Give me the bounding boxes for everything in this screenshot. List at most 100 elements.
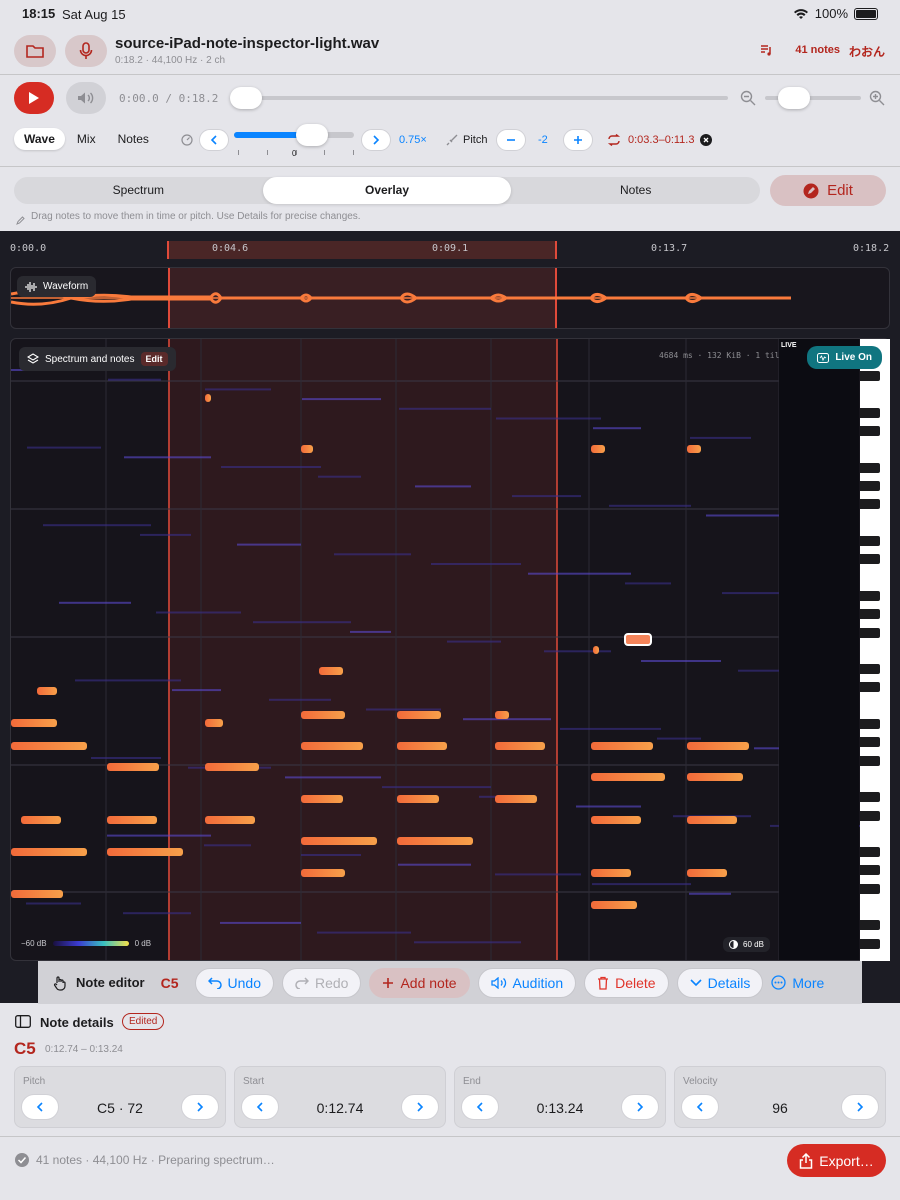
note-bar[interactable] (687, 742, 749, 750)
add-note-button[interactable]: Add note (369, 967, 470, 998)
note-bar[interactable] (319, 667, 343, 675)
notes-count[interactable]: 41 notes (795, 44, 840, 56)
piano-black-key[interactable] (860, 737, 880, 748)
note-bar[interactable] (495, 742, 545, 750)
pitch-increase-button[interactable] (563, 129, 593, 151)
spectrum-graphic[interactable] (11, 339, 890, 961)
note-bar[interactable] (593, 646, 599, 654)
note-bar[interactable] (107, 848, 183, 856)
note-bar[interactable] (687, 869, 727, 877)
piano-black-key[interactable] (860, 536, 880, 546)
piano-black-key[interactable] (860, 499, 880, 510)
note-bar[interactable] (11, 742, 87, 750)
piano-black-key[interactable] (860, 755, 880, 766)
note-bar[interactable] (205, 763, 259, 771)
note-bar[interactable] (107, 763, 159, 771)
piano-black-key[interactable] (860, 883, 880, 894)
note-bar[interactable] (397, 795, 439, 803)
piano-keyboard[interactable] (860, 339, 890, 961)
note-bar[interactable] (495, 711, 509, 719)
mode-wave[interactable]: Wave (14, 128, 65, 150)
piano-black-key[interactable] (860, 590, 880, 601)
note-bar[interactable] (301, 795, 343, 803)
piano-black-key[interactable] (860, 371, 880, 382)
open-file-button[interactable] (14, 35, 56, 67)
edit-button[interactable]: Edit (770, 175, 886, 206)
note-bar[interactable] (397, 711, 441, 719)
piano-black-key[interactable] (860, 627, 880, 638)
note-bar[interactable] (624, 633, 652, 646)
note-bar[interactable] (687, 445, 701, 453)
piano-black-key[interactable] (860, 792, 880, 803)
piano-black-key[interactable] (860, 664, 880, 675)
note-bar[interactable] (11, 719, 57, 727)
more-button[interactable]: More (771, 975, 824, 991)
note-bar[interactable] (591, 742, 653, 750)
spectrum-panel[interactable]: Spectrum and notes Edit 4684 ms · 132 Ki… (10, 338, 890, 961)
piano-black-key[interactable] (860, 609, 880, 620)
note-bar[interactable] (687, 816, 737, 824)
note-bar[interactable] (591, 445, 605, 453)
piano-black-key[interactable] (860, 481, 880, 492)
volume-button[interactable] (66, 82, 106, 114)
loop-icon[interactable] (607, 133, 621, 151)
speed-increase-button[interactable] (361, 129, 391, 151)
play-button[interactable] (14, 82, 54, 114)
gain-chip[interactable]: 60 dB (723, 937, 770, 952)
note-bar[interactable] (591, 773, 665, 781)
piano-black-key[interactable] (860, 920, 880, 931)
zoom-out-icon[interactable] (740, 90, 756, 111)
mode-notes[interactable]: Notes (108, 128, 159, 150)
piano-black-key[interactable] (860, 462, 880, 473)
note-bar[interactable] (687, 773, 743, 781)
tab-spectrum[interactable]: Spectrum (14, 177, 263, 204)
pitch-decrease-button[interactable] (496, 129, 526, 151)
pitch-field-increase[interactable] (181, 1094, 219, 1120)
note-bar[interactable] (37, 687, 57, 695)
header-extra-label[interactable]: わおん (849, 43, 885, 60)
note-bar[interactable] (591, 816, 641, 824)
piano-black-key[interactable] (860, 682, 880, 693)
note-bar[interactable] (205, 816, 255, 824)
spectrum-edit-button[interactable]: Edit (140, 352, 168, 366)
note-bar[interactable] (301, 837, 377, 845)
note-bar[interactable] (397, 742, 447, 750)
note-bar[interactable] (397, 837, 473, 845)
live-on-button[interactable]: Live On (807, 346, 882, 369)
delete-button[interactable]: Delete (584, 967, 669, 998)
end-field-increase[interactable] (621, 1094, 659, 1120)
note-bar[interactable] (107, 816, 157, 824)
piano-black-key[interactable] (860, 407, 880, 418)
note-bar[interactable] (301, 711, 345, 719)
piano-black-key[interactable] (860, 719, 880, 729)
start-field-increase[interactable] (401, 1094, 439, 1120)
piano-black-key[interactable] (860, 847, 880, 858)
playhead-thumb[interactable] (230, 87, 262, 109)
note-bar[interactable] (21, 816, 61, 824)
clear-loop-button[interactable] (700, 133, 712, 151)
note-bar[interactable] (205, 719, 223, 727)
velocity-field-increase[interactable] (841, 1094, 879, 1120)
waveform-panel[interactable]: Waveform (10, 267, 890, 329)
note-bar[interactable] (11, 848, 87, 856)
undo-button[interactable]: Undo (194, 967, 274, 998)
piano-black-key[interactable] (860, 810, 880, 821)
timeline-ruler[interactable]: 0:00.0 0:04.6 0:09.1 0:13.7 0:18.2 (0, 231, 900, 263)
piano-black-key[interactable] (860, 426, 880, 437)
zoom-in-icon[interactable] (869, 90, 885, 111)
note-bar[interactable] (301, 742, 363, 750)
export-button[interactable]: Export… (787, 1144, 886, 1177)
details-button[interactable]: Details (676, 967, 764, 998)
speed-decrease-button[interactable] (199, 129, 229, 151)
note-bar[interactable] (205, 394, 211, 402)
zoom-thumb[interactable] (777, 87, 810, 109)
audition-button[interactable]: Audition (477, 967, 577, 998)
piano-black-key[interactable] (860, 865, 880, 876)
tab-overlay[interactable]: Overlay (262, 177, 512, 204)
note-bar[interactable] (301, 445, 313, 453)
note-bar[interactable] (495, 795, 537, 803)
mode-mix[interactable]: Mix (67, 128, 106, 150)
piano-black-key[interactable] (860, 938, 880, 949)
note-bar[interactable] (591, 869, 631, 877)
speed-slider-thumb[interactable] (296, 124, 328, 146)
